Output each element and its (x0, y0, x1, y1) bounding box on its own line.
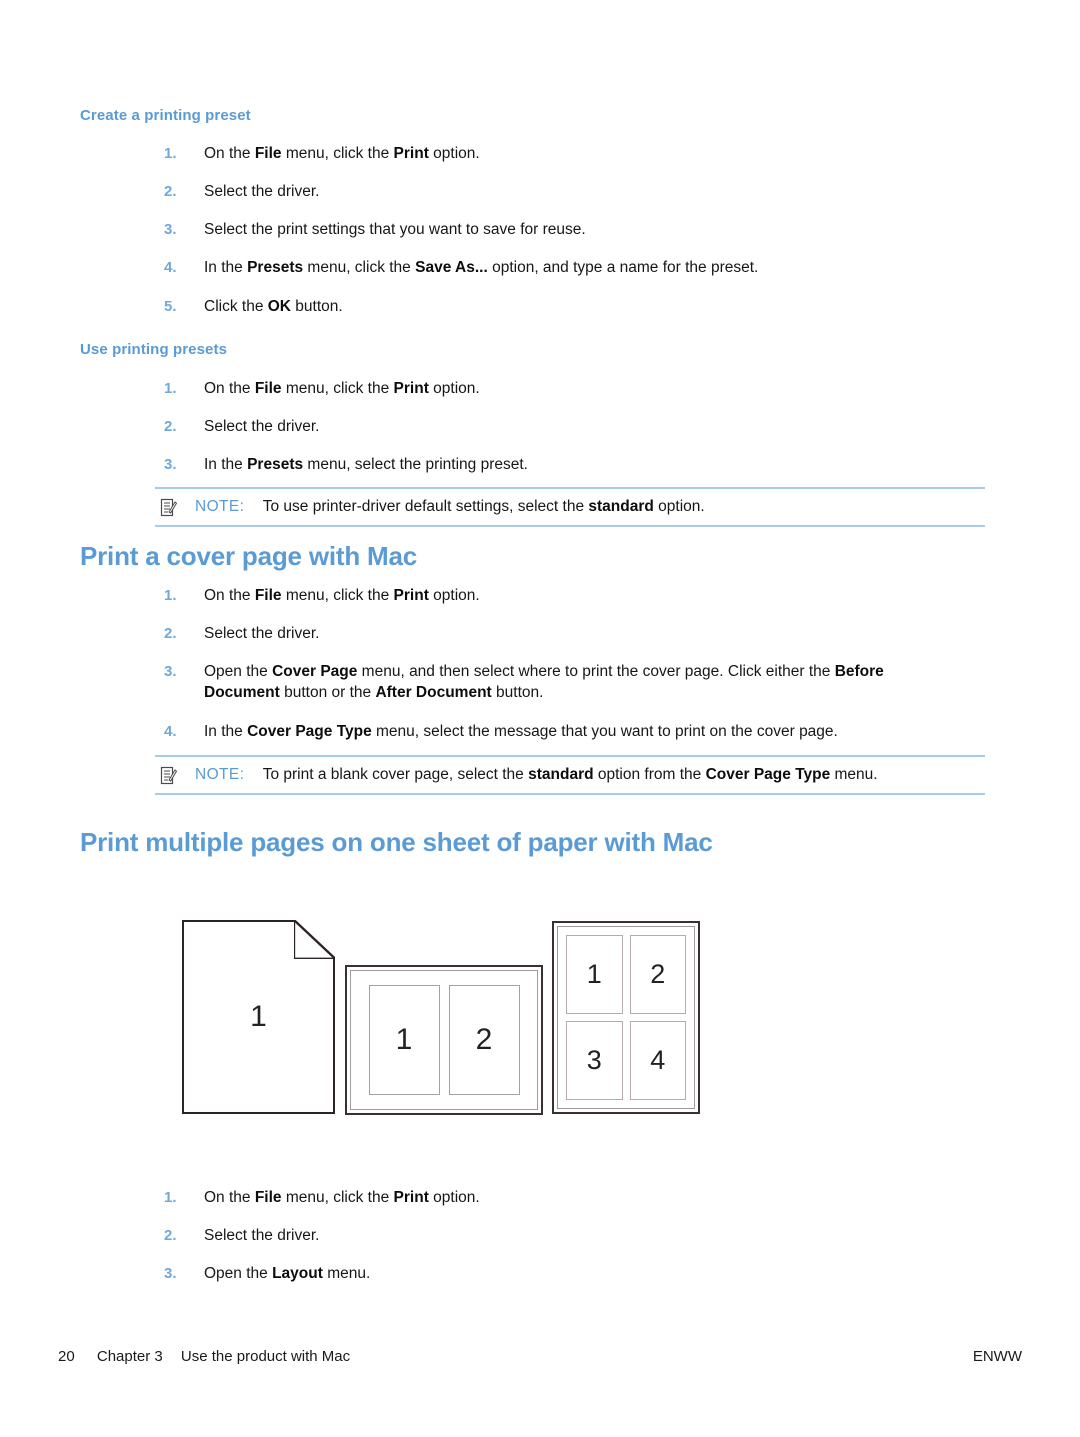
list-number: 2. (164, 418, 177, 435)
list-item: 5. Click the OK button. (164, 296, 984, 317)
page-footer: 20 Chapter 3 Use the product with Mac EN… (58, 1348, 1022, 1365)
list-item: 2. Select the driver. (164, 416, 984, 437)
list-text: On the File menu, click the Print option… (204, 380, 480, 397)
list-text: Select the driver. (204, 418, 320, 435)
list-number: 1. (164, 1189, 177, 1206)
subpage: 3 (566, 1021, 623, 1100)
heading-use-printing-presets: Use printing presets (80, 341, 228, 358)
list-item: 1. On the File menu, click the Print opt… (164, 585, 984, 606)
subpage: 2 (629, 935, 686, 1014)
list-item: 2. Select the driver. (164, 1225, 984, 1246)
list-item: 3. Select the print settings that you wa… (164, 219, 984, 240)
list-number: 4. (164, 259, 177, 276)
page-label: 1 (250, 1000, 267, 1033)
list-text: Select the driver. (204, 183, 320, 200)
list-text: Open the Cover Page menu, and then selec… (204, 663, 884, 701)
footer-right-label: ENWW (972, 1348, 1022, 1365)
list-item: 4. In the Presets menu, click the Save A… (164, 257, 984, 278)
list-number: 1. (164, 380, 177, 397)
list-text: In the Cover Page Type menu, select the … (204, 723, 838, 740)
figure-panel-one-up: 1 (182, 920, 335, 1114)
list-item: 3. Open the Layout menu. (164, 1263, 984, 1284)
note-box: NOTE: To use printer-driver default sett… (155, 487, 985, 527)
list-text: On the File menu, click the Print option… (204, 1189, 480, 1206)
list-text: Select the print settings that you want … (204, 221, 586, 238)
list-text: In the Presets menu, select the printing… (204, 456, 528, 473)
note-icon (160, 498, 178, 517)
list-text: Click the OK button. (204, 298, 343, 315)
list-number: 3. (164, 456, 177, 473)
list-number: 2. (164, 1227, 177, 1244)
list-item: 1. On the File menu, click the Print opt… (164, 143, 984, 164)
figure-panel-four-up: 1 2 3 4 (552, 921, 700, 1114)
list-text: In the Presets menu, click the Save As..… (204, 259, 759, 276)
list-text: On the File menu, click the Print option… (204, 145, 480, 162)
list-item: 3. Open the Cover Page menu, and then se… (164, 661, 954, 703)
figure-panel-two-up: 1 2 (345, 965, 543, 1115)
list-number: 2. (164, 625, 177, 642)
heading-print-a-cover-page-with-mac: Print a cover page with Mac (80, 541, 418, 571)
list-text: On the File menu, click the Print option… (204, 587, 480, 604)
list-number: 1. (164, 587, 177, 604)
note-label: NOTE: (195, 498, 245, 515)
list-number: 2. (164, 183, 177, 200)
list-text: Select the driver. (204, 625, 320, 642)
list-item: 1. On the File menu, click the Print opt… (164, 378, 984, 399)
list-number: 3. (164, 1265, 177, 1282)
note-box: NOTE: To print a blank cover page, selec… (155, 755, 985, 795)
list-number: 3. (164, 663, 177, 680)
subpage: 1 (368, 985, 440, 1095)
list-item: 1. On the File menu, click the Print opt… (164, 1187, 984, 1208)
note-icon (160, 766, 178, 785)
heading-create-a-printing-preset: Create a printing preset (80, 107, 251, 124)
list-number: 4. (164, 723, 177, 740)
list-text: Open the Layout menu. (204, 1265, 371, 1282)
list-item: 2. Select the driver. (164, 623, 984, 644)
note-text: To use printer-driver default settings, … (262, 498, 705, 515)
footer-chapter: Chapter 3 (96, 1348, 163, 1365)
subpage: 2 (448, 985, 520, 1095)
subpage: 1 (566, 935, 623, 1014)
subpage: 4 (629, 1021, 686, 1100)
n-up-printing-illustration: 1 1 2 1 2 3 4 (175, 912, 755, 1127)
list-item: 4. In the Cover Page Type menu, select t… (164, 721, 984, 742)
list-number: 3. (164, 221, 177, 238)
footer-chapter-title: Use the product with Mac (180, 1348, 351, 1365)
document-page: Create a printing preset 1. On the File … (0, 0, 1080, 1437)
list-number: 5. (164, 298, 177, 315)
note-text: To print a blank cover page, select the … (262, 766, 878, 783)
list-text: Select the driver. (204, 1227, 320, 1244)
heading-print-multiple-pages-on-one-sheet: Print multiple pages on one sheet of pap… (80, 827, 713, 857)
list-number: 1. (164, 145, 177, 162)
note-label: NOTE: (195, 766, 245, 783)
footer-page-number: 20 (58, 1348, 75, 1365)
list-item: 2. Select the driver. (164, 181, 984, 202)
list-item: 3. In the Presets menu, select the print… (164, 454, 984, 475)
folded-corner-icon (293, 920, 335, 959)
